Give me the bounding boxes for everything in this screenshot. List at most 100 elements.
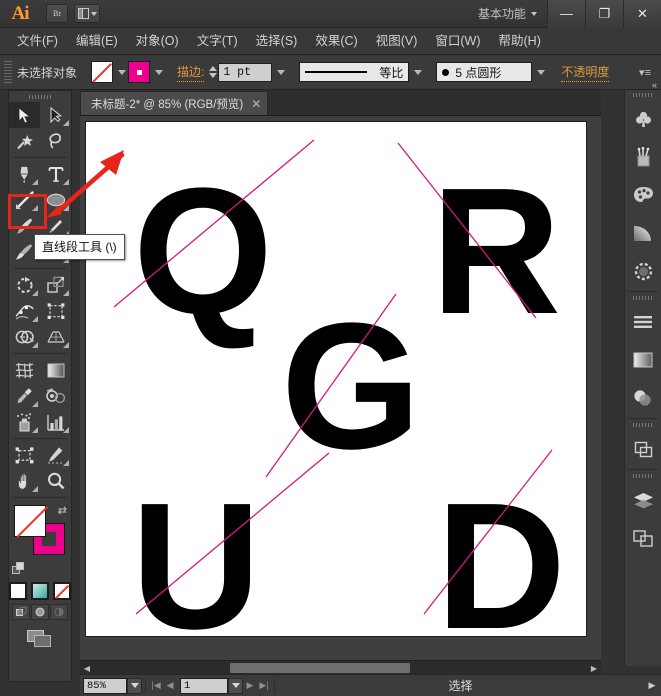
eyedropper-tool[interactable] (9, 383, 40, 409)
screen-mode-button[interactable] (9, 622, 71, 647)
layers-panel-icon[interactable] (625, 481, 661, 519)
zoom-tool[interactable] (40, 468, 71, 494)
brush-definition-chevron-down-icon[interactable] (534, 61, 547, 83)
free-transform-tool[interactable] (40, 298, 71, 324)
zoom-level-input[interactable]: 85% (83, 678, 127, 694)
stroke-weight-stepper[interactable] (209, 66, 217, 78)
stroke-panel-icon[interactable] (625, 252, 661, 290)
draw-inside-mode-button[interactable] (50, 604, 68, 620)
control-bar-grip[interactable] (4, 61, 12, 83)
artwork-letter-d[interactable]: D (436, 477, 566, 637)
stroke-weight-chevron-down-icon[interactable] (274, 61, 287, 83)
menu-edit[interactable]: 编辑(E) (67, 28, 127, 55)
scale-tool[interactable] (40, 272, 71, 298)
fill-color-swatch[interactable] (14, 505, 46, 537)
swatches-panel-icon[interactable] (625, 176, 661, 214)
direct-selection-tool[interactable] (40, 102, 71, 128)
perspective-grid-tool[interactable] (40, 324, 71, 350)
swap-fill-stroke-icon[interactable]: ⇄ (58, 504, 67, 517)
transparency-panel-icon[interactable] (625, 379, 661, 417)
none-swatch-button[interactable] (53, 582, 71, 600)
document-tab[interactable]: 未标题-2* @ 85% (RGB/预览) ✕ (80, 91, 268, 115)
menu-select[interactable]: 选择(S) (247, 28, 307, 55)
menu-help[interactable]: 帮助(H) (490, 28, 550, 55)
slice-tool[interactable] (40, 442, 71, 468)
scroll-right-icon[interactable]: ▶ (587, 661, 601, 675)
stroke-weight-label[interactable]: 描边: (177, 63, 204, 82)
artwork-letter-u[interactable]: U (131, 477, 261, 637)
brushes-panel-icon[interactable] (625, 138, 661, 176)
stroke-profile-chevron-down-icon[interactable] (411, 61, 424, 83)
last-artboard-icon[interactable]: ▶| (257, 680, 271, 691)
zoom-level-chevron-down-icon[interactable] (127, 678, 142, 694)
artboard-number-input[interactable]: 1 (180, 678, 228, 694)
stroke-profile-select[interactable]: 等比 (299, 62, 409, 82)
lasso-tool[interactable] (40, 128, 71, 154)
pen-tool[interactable] (9, 161, 40, 187)
workspace-label[interactable]: 基本功能 (478, 5, 526, 22)
next-artboard-icon[interactable]: ▶ (243, 680, 257, 691)
scroll-left-icon[interactable]: ◀ (80, 661, 94, 675)
menu-view[interactable]: 视图(V) (367, 28, 427, 55)
minimize-button[interactable]: — (547, 0, 585, 28)
color-swatch-white-button[interactable] (9, 582, 27, 600)
brush-definition-select[interactable]: 5 点圆形 (436, 62, 532, 82)
arrange-documents-button[interactable] (74, 4, 100, 23)
artboard-number-chevron-down-icon[interactable] (228, 678, 243, 694)
stroke-swatch-chevron-down-icon[interactable] (152, 61, 165, 83)
gradient-tool[interactable] (40, 357, 71, 383)
selection-tool[interactable] (9, 102, 40, 128)
draw-normal-mode-button[interactable] (12, 604, 30, 620)
maximize-button[interactable]: ❐ (585, 0, 623, 28)
artboard-tool[interactable] (9, 442, 40, 468)
fill-swatch-chevron-down-icon[interactable] (115, 61, 128, 83)
collapse-panels-icon[interactable]: « (652, 80, 657, 90)
blend-tool[interactable] (40, 383, 71, 409)
column-graph-tool[interactable] (40, 409, 71, 435)
menu-file[interactable]: 文件(F) (8, 28, 67, 55)
artwork-letter-r[interactable]: R (431, 162, 561, 342)
artwork-letter-g[interactable]: G (281, 297, 421, 477)
menu-object[interactable]: 对象(O) (127, 28, 188, 55)
prev-artboard-icon[interactable]: ◀ (163, 680, 177, 691)
horizontal-scroll-thumb[interactable] (230, 663, 410, 673)
symbols-panel-icon[interactable] (625, 100, 661, 138)
menu-effect[interactable]: 效果(C) (306, 28, 366, 55)
pathfinder-panel-icon[interactable] (625, 430, 661, 468)
right-dock-grip-2[interactable] (625, 293, 661, 303)
mesh-tool[interactable] (9, 357, 40, 383)
menu-window[interactable]: 窗口(W) (426, 28, 489, 55)
fill-swatch[interactable] (91, 61, 113, 83)
canvas-horizontal-scrollbar[interactable]: ◀ ▶ (80, 660, 601, 674)
line-segment-tool[interactable] (9, 187, 40, 213)
bridge-button[interactable]: Br (46, 4, 68, 23)
gradient-panel-icon[interactable] (625, 214, 661, 252)
rotate-tool[interactable] (9, 272, 40, 298)
menu-type[interactable]: 文字(T) (188, 28, 247, 55)
opacity-label[interactable]: 不透明度 (561, 63, 609, 82)
shape-builder-tool[interactable] (9, 324, 40, 350)
right-dock-grip-3[interactable] (625, 420, 661, 430)
gradient-swatch-button[interactable] (31, 582, 49, 600)
magic-wand-tool[interactable] (9, 128, 40, 154)
right-dock-grip-4[interactable] (625, 471, 661, 481)
width-tool[interactable] (9, 298, 40, 324)
hand-tool[interactable] (9, 468, 40, 494)
status-menu-caret-icon[interactable]: ▶ (643, 680, 661, 691)
stroke-weight-input[interactable]: 1 pt (218, 63, 272, 82)
close-icon[interactable]: ✕ (251, 97, 261, 111)
tools-panel-grip[interactable] (9, 91, 71, 102)
close-button[interactable]: ✕ (623, 0, 661, 28)
right-dock-grip[interactable] (625, 90, 661, 100)
artboard[interactable]: QRGU D (85, 121, 587, 637)
workspace-chevron-down-icon[interactable] (531, 12, 537, 16)
artwork-letter-q[interactable]: Q (133, 162, 273, 342)
appearance-panel-icon[interactable] (625, 341, 661, 379)
align-panel-icon[interactable] (625, 303, 661, 341)
ellipse-tool[interactable] (40, 187, 71, 213)
canvas-area[interactable]: QRGU D (80, 116, 601, 666)
stroke-swatch[interactable] (128, 61, 150, 83)
type-tool[interactable] (40, 161, 71, 187)
artboards-panel-icon[interactable] (625, 519, 661, 557)
control-panel-menu-icon[interactable]: ▾≡ (639, 66, 651, 79)
